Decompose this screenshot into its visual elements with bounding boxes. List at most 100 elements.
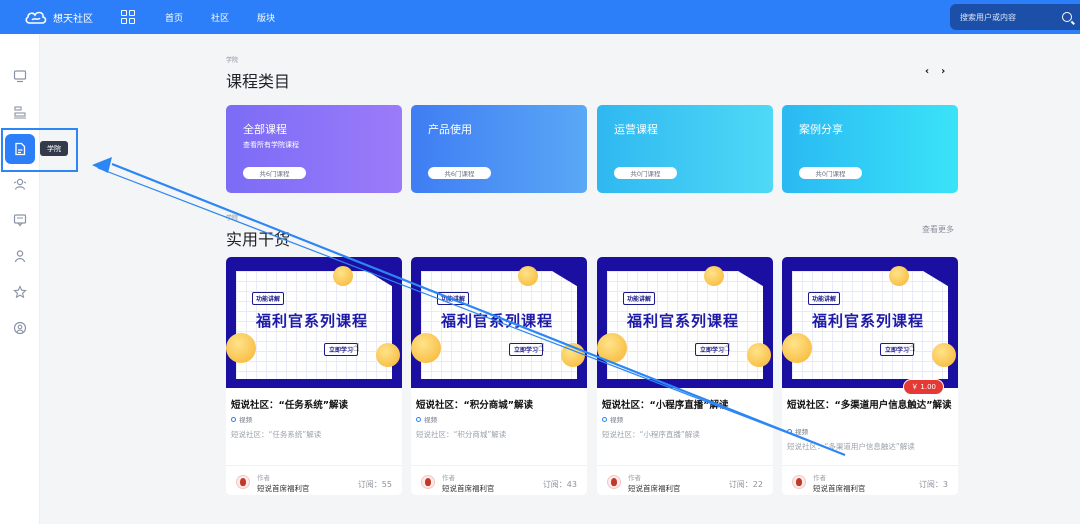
author-name: 短说首席福利官	[257, 484, 310, 493]
category-card-operations[interactable]: 运营课程 共0门课程	[597, 105, 773, 193]
cover-title: 福利官系列课程	[256, 312, 369, 330]
course-footer: 作者 短说首席福利官 订阅：43	[411, 465, 587, 495]
author-label: 作者	[628, 474, 641, 482]
emoji-icon	[411, 333, 441, 363]
course-card[interactable]: 功能讲解 福利官系列课程 立即学习 ☝ 短说社区：“任务系统”解读 视频 短说社…	[226, 257, 402, 495]
course-cover: 功能讲解 福利官系列课程 立即学习 ☝	[226, 257, 402, 388]
hand-cursor-icon: ☝	[353, 341, 360, 354]
subscription-count: 订阅：43	[542, 480, 577, 489]
sidebar-tooltip: 学院	[40, 141, 68, 156]
course-type: 视频	[787, 426, 808, 436]
course-card[interactable]: 功能讲解 福利官系列课程 立即学习 ☝ ￥ 1.00 短说社区：“多渠道用户信息…	[782, 257, 958, 495]
section-label: 学院	[226, 57, 239, 64]
course-type: 视频	[602, 414, 623, 424]
logo[interactable]: 想天社区	[24, 8, 93, 26]
carousel-arrows: ‹ ›	[925, 66, 945, 77]
course-title[interactable]: 短说社区：“多渠道用户信息触达”解读	[787, 400, 953, 412]
emoji-icon	[226, 333, 256, 363]
emoji-icon	[747, 343, 771, 367]
course-footer: 作者 短说首席福利官 订阅：3	[782, 465, 958, 495]
subscription-count: 订阅：3	[918, 480, 948, 489]
course-title[interactable]: 短说社区：“小程序直播”解读	[602, 400, 768, 412]
apps-grid-icon[interactable]	[121, 10, 135, 24]
nav-sections[interactable]: 版块	[257, 11, 275, 24]
chevron-right-icon[interactable]: ›	[941, 66, 945, 77]
video-dot-icon	[231, 416, 236, 422]
avatar	[607, 475, 621, 489]
course-type: 视频	[231, 414, 252, 424]
category-card-product[interactable]: 产品使用 共6门课程	[411, 105, 587, 193]
course-title[interactable]: 短说社区：“积分商城”解读	[416, 400, 582, 412]
cover-tag: 功能讲解	[252, 292, 285, 305]
left-sidebar	[0, 34, 40, 524]
hand-cursor-icon: ☝	[909, 341, 916, 354]
category-count: 共0门课程	[614, 167, 677, 179]
view-more-link[interactable]: 查看更多	[922, 224, 954, 235]
category-count: 共0门课程	[799, 167, 862, 179]
video-dot-icon	[602, 416, 607, 422]
emoji-icon	[597, 333, 627, 363]
search-box	[950, 4, 1080, 30]
person-icon[interactable]	[10, 246, 30, 266]
avatar	[421, 475, 435, 489]
video-dot-icon	[787, 428, 792, 434]
category-name: 全部课程	[243, 123, 287, 136]
category-name: 案例分享	[799, 123, 843, 136]
category-card-all[interactable]: 全部课程 查看所有学院课程 共6门课程	[226, 105, 402, 193]
nav-home[interactable]: 首页	[165, 11, 183, 24]
list-bars-icon[interactable]	[10, 102, 30, 122]
emoji-icon	[932, 343, 956, 367]
author-name: 短说首席福利官	[628, 484, 681, 493]
author-label: 作者	[813, 474, 826, 482]
course-footer: 作者 短说首席福利官 订阅：55	[226, 465, 402, 495]
course-cover: 功能讲解 福利官系列课程 立即学习 ☝	[597, 257, 773, 388]
price-badge: ￥ 1.00	[903, 379, 944, 395]
course-desc: 短说社区：“积分商城”解读	[416, 430, 507, 439]
avatar	[792, 475, 806, 489]
section-title-practical: 实用干货	[226, 230, 291, 249]
cover-tag: 功能讲解	[623, 292, 656, 305]
course-title[interactable]: 短说社区：“任务系统”解读	[231, 400, 397, 412]
users-icon[interactable]	[10, 174, 30, 194]
course-type: 视频	[416, 414, 437, 424]
author-name: 短说首席福利官	[813, 484, 866, 493]
course-desc: 短说社区：“任务系统”解读	[231, 430, 322, 439]
top-navigation-bar: 想天社区 首页 社区 版块	[0, 0, 1080, 34]
hand-cursor-icon: ☝	[724, 341, 731, 354]
emoji-icon	[561, 343, 585, 367]
profile-circle-icon[interactable]	[10, 318, 30, 338]
section-label: 学院	[226, 215, 239, 222]
avatar	[236, 475, 250, 489]
cover-tag: 功能讲解	[437, 292, 470, 305]
search-input[interactable]	[960, 12, 1060, 22]
video-dot-icon	[416, 416, 421, 422]
course-card[interactable]: 功能讲解 福利官系列课程 立即学习 ☝ 短说社区：“小程序直播”解读 视频 短说…	[597, 257, 773, 495]
category-card-cases[interactable]: 案例分享 共0门课程	[782, 105, 958, 193]
message-icon[interactable]	[10, 210, 30, 230]
course-footer: 作者 短说首席福利官 订阅：22	[597, 465, 773, 495]
logo-text: 想天社区	[53, 13, 93, 25]
cover-title: 福利官系列课程	[627, 312, 740, 330]
cover-title: 福利官系列课程	[441, 312, 554, 330]
search-icon[interactable]	[1062, 12, 1072, 22]
course-cover: 功能讲解 福利官系列课程 立即学习 ☝	[411, 257, 587, 388]
nav-community[interactable]: 社区	[211, 11, 229, 24]
course-desc: 短说社区：“多渠道用户信息触达”解读	[787, 442, 915, 451]
emoji-icon	[376, 343, 400, 367]
subscription-count: 订阅：55	[357, 480, 392, 489]
emoji-icon	[704, 266, 724, 286]
category-desc: 查看所有学院课程	[243, 141, 299, 149]
emoji-icon	[518, 266, 538, 286]
category-count: 共6门课程	[243, 167, 306, 179]
author-name: 短说首席福利官	[442, 484, 495, 493]
category-name: 运营课程	[614, 123, 658, 136]
chevron-left-icon[interactable]: ‹	[925, 66, 929, 77]
category-name: 产品使用	[428, 123, 472, 136]
star-icon[interactable]	[10, 282, 30, 302]
emoji-icon	[889, 266, 909, 286]
cover-title: 福利官系列课程	[812, 312, 925, 330]
cloud-logo-icon	[24, 8, 48, 26]
course-card[interactable]: 功能讲解 福利官系列课程 立即学习 ☝ 短说社区：“积分商城”解读 视频 短说社…	[411, 257, 587, 495]
subscription-count: 订阅：22	[728, 480, 763, 489]
monitor-icon[interactable]	[10, 66, 30, 86]
